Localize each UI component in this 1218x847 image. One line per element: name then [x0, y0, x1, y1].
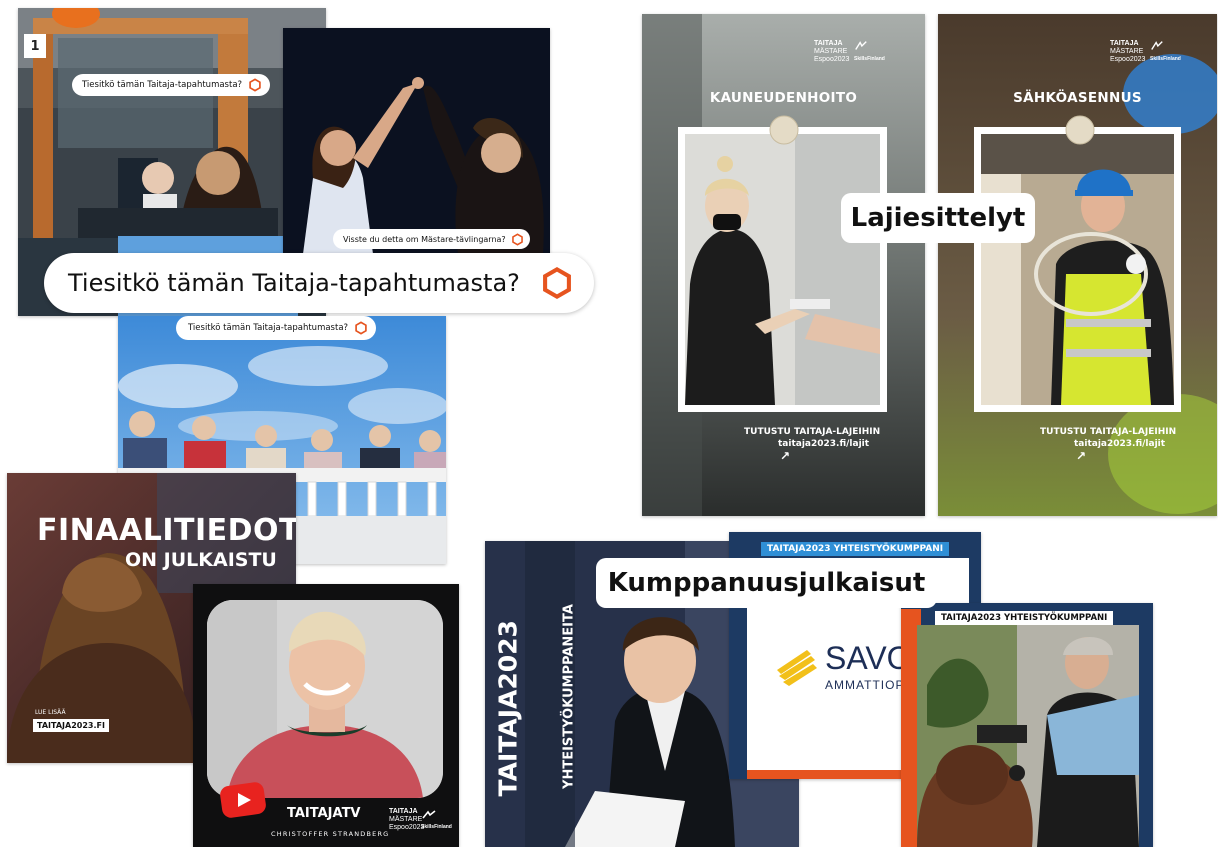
skillsfinland-logo: SkillsFinland — [421, 810, 452, 831]
vertical-yhteistyokumppaneita: YHTEISTYÖKUMPPANEITA — [561, 604, 577, 789]
finaali-title-1: FINAALITIEDOT — [37, 513, 296, 548]
savo-sub: AMMATTIOP — [825, 678, 905, 692]
visste-du-card[interactable]: Visste du detta om Mästare-tävlingarna? — [283, 28, 550, 254]
electrician-photo — [981, 134, 1174, 405]
poster2-cta-1: TUTUSTU TAITAJA-LAJEIHIN — [1040, 427, 1177, 437]
brand-line-3: Espoo2023 — [814, 56, 850, 63]
finaali-url-link[interactable]: TAITAJA2023.FI — [33, 719, 109, 732]
poster-sahkoasennus[interactable]: TAITAJA MÄSTARE Espoo2023 SkillsFinland … — [938, 14, 1217, 516]
kumppanuusjulkaisut-label: Kumppanuusjulkaisut — [596, 558, 937, 608]
poster2-photo-frame — [974, 127, 1181, 412]
pin-icon — [769, 115, 799, 145]
beautician-photo — [685, 134, 880, 405]
tv-screen-frame — [207, 600, 443, 798]
barber-photo — [917, 625, 1139, 847]
skills-swoosh-icon — [1151, 41, 1163, 50]
skills-swoosh-icon — [422, 810, 436, 819]
brand-line-2: MÄSTARE — [389, 816, 423, 823]
poster1-brand-mark: TAITAJA MÄSTARE Espoo2023 — [814, 40, 849, 64]
vertical-taitaja2023: TAITAJA2023 — [493, 620, 523, 797]
skills-label: SkillsFinland — [854, 56, 885, 62]
pin-icon — [1065, 115, 1095, 145]
pill-text-sky: Tiesitkö tämän Taitaja-tapahtumasta? — [188, 323, 349, 333]
brand-line-1: TAITAJA — [814, 40, 843, 47]
poster2-skills-logo: SkillsFinland — [1150, 40, 1181, 63]
brand-line-1: TAITAJA — [1110, 40, 1139, 47]
hexagon-icon — [542, 267, 571, 299]
poster2-brand-mark: TAITAJA MÄSTARE Espoo2023 — [1110, 40, 1145, 64]
step-number-badge: 1 — [24, 34, 46, 58]
brand-line-3: Espoo2023 — [389, 824, 425, 831]
poster2-title: SÄHKÖASENNUS — [1013, 90, 1142, 106]
tiesitko-large-pill[interactable]: Tiesitkö tämän Taitaja-tapahtumasta? — [44, 253, 594, 313]
poster1-cta-2[interactable]: taitaja2023.fi/lajit — [778, 439, 869, 449]
taitajatv-brand-mark: TAITAJA MÄSTARE Espoo2023 — [389, 808, 424, 832]
poster2-cta-2[interactable]: taitaja2023.fi/lajit — [1074, 439, 1165, 449]
pill-text-large: Tiesitkö tämän Taitaja-tapahtumasta? — [68, 269, 520, 297]
pill-text: Tiesitkö tämän Taitaja-tapahtumasta? — [82, 80, 243, 90]
partner-banner-2: TAITAJA2023 YHTEISTYÖKUMPPANI — [935, 611, 1114, 625]
finaali-title-2: ON JULKAISTU — [125, 549, 277, 571]
savo-name: SAVO — [825, 640, 912, 676]
skills-label: SkillsFinland — [1150, 56, 1181, 62]
visste-du-pill: Visste du detta om Mästare-tävlingarna? — [333, 229, 530, 249]
poster-kauneudenhoito[interactable]: TAITAJA MÄSTARE Espoo2023 SkillsFinland … — [642, 14, 925, 516]
brand-line-1: TAITAJA — [389, 808, 418, 815]
poster1-skills-logo: SkillsFinland — [854, 40, 885, 63]
partner-banner: TAITAJA2023 YHTEISTYÖKUMPPANI — [761, 542, 950, 556]
skills-label: SkillsFinland — [421, 824, 452, 830]
lajiesittelyt-label: Lajiesittelyt — [841, 193, 1035, 243]
tiesitko-small-pill: Tiesitkö tämän Taitaja-tapahtumasta? — [72, 74, 271, 96]
dancers-photo — [283, 28, 550, 254]
poster1-arrow-icon[interactable]: ↗ — [780, 449, 790, 463]
skills-swoosh-icon — [855, 41, 867, 50]
poster2-arrow-icon[interactable]: ↗ — [1076, 449, 1086, 463]
hexagon-icon — [511, 232, 523, 246]
poster1-photo-frame — [678, 127, 887, 412]
brand-line-2: MÄSTARE — [814, 48, 848, 55]
youtube-play-icon[interactable] — [219, 782, 267, 818]
brand-line-2: MÄSTARE — [1110, 48, 1144, 55]
poster1-cta-1: TUTUSTU TAITAJA-LAJEIHIN — [744, 427, 881, 437]
tiesitko-sky-pill: Tiesitkö tämän Taitaja-tapahtumasta? — [176, 316, 377, 340]
poster1-title: KAUNEUDENHOITO — [709, 90, 858, 106]
hexagon-icon — [355, 321, 367, 335]
brand-line-3: Espoo2023 — [1110, 56, 1146, 63]
partner-barber-card[interactable]: TAITAJA2023 YHTEISTYÖKUMPPANI — [901, 603, 1153, 847]
host-portrait — [207, 600, 443, 798]
taitajatv-title: TAITAJATV — [287, 806, 361, 821]
hexagon-icon — [249, 78, 261, 92]
taitajatv-card[interactable]: TAITAJATV CHRISTOFFER STRANDBERG TAITAJA… — [193, 584, 459, 847]
pill-text-sv: Visste du detta om Mästare-tävlingarna? — [343, 234, 506, 244]
host-name: CHRISTOFFER STRANDBERG — [271, 830, 390, 838]
read-more-label: LUE LISÄÄ — [35, 709, 66, 716]
savo-wing-icon — [777, 650, 817, 686]
